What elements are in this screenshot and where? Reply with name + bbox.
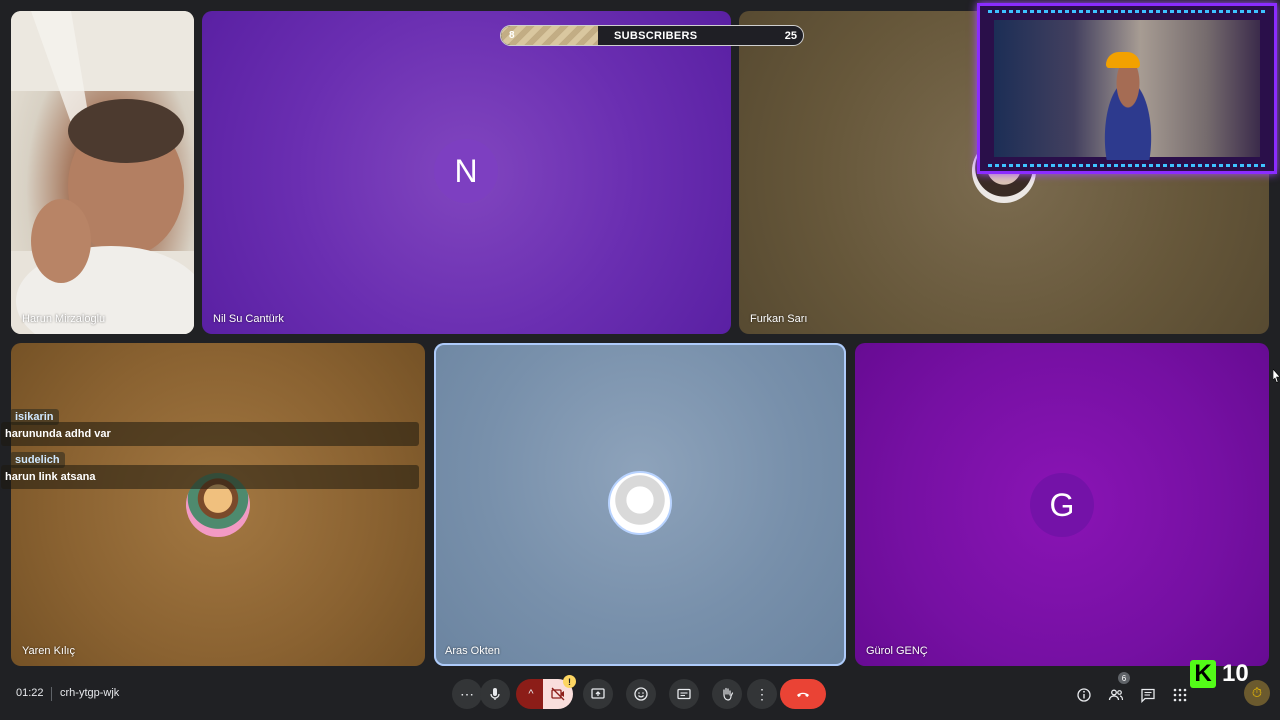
apps-grid-icon [1173, 688, 1187, 702]
subscriber-current: 8 [509, 30, 515, 41]
profile-photo-avatar [608, 471, 672, 535]
participant-name: Yaren Kılıç [22, 645, 75, 657]
more-options-button[interactable]: ⋯ [452, 679, 482, 709]
microphone-icon [490, 688, 500, 700]
more-options-icon: ⋯ [460, 685, 474, 702]
participant-name: Nil Su Cantürk [213, 313, 284, 325]
mouse-cursor-icon [1273, 369, 1280, 383]
microphone-button[interactable] [480, 679, 510, 709]
more-vert-icon: ⋮ [755, 685, 769, 702]
subscriber-label: SUBSCRIBERS [614, 30, 698, 42]
subscriber-progress-fill [501, 26, 598, 45]
kick-viewer-count: 10 [1222, 660, 1249, 687]
participant-tile-aras[interactable]: Aras Okten [434, 343, 846, 666]
meeting-time: 01:22 [16, 687, 44, 699]
people-button[interactable] [1106, 685, 1126, 705]
captions-icon [677, 688, 691, 700]
people-icon [1108, 689, 1124, 701]
participant-name: Aras Okten [445, 645, 501, 657]
captions-button[interactable] [669, 679, 699, 709]
participant-tile-yaren[interactable]: Yaren Kılıç [11, 343, 425, 666]
info-icon [1077, 688, 1091, 702]
present-screen-button[interactable] [583, 679, 613, 709]
participant-video [11, 11, 194, 334]
letter-avatar: G [1030, 473, 1094, 537]
subscriber-goal: 25 [784, 30, 797, 42]
people-count-badge: 6 [1118, 672, 1130, 684]
participant-name: Furkan Sarı [750, 313, 808, 325]
raise-hand-button[interactable] [712, 679, 742, 709]
meeting-info-button[interactable] [1074, 685, 1094, 705]
chat-icon [1141, 688, 1155, 703]
more-vert-button[interactable]: ⋮ [747, 679, 777, 709]
chat-message: harununda adhd var [1, 422, 419, 446]
chat-button[interactable] [1138, 685, 1158, 705]
camera-options-chevron-icon: ^ [528, 688, 534, 700]
camera-off-icon [551, 687, 565, 701]
activities-button[interactable] [1170, 685, 1190, 705]
timer-icon[interactable]: ⏱ [1244, 680, 1270, 706]
webcam-video [994, 20, 1260, 160]
emoji-reaction-icon [634, 687, 648, 701]
raise-hand-icon [723, 687, 734, 701]
chat-message: harun link atsana [1, 465, 419, 489]
webcam-frame-top [988, 10, 1266, 13]
hang-up-button[interactable] [780, 679, 826, 709]
meeting-code: crh-ytgp-wjk [60, 687, 120, 699]
camera-warning-badge: ! [563, 675, 576, 688]
participant-tile-gurol[interactable]: G Gürol GENÇ [855, 343, 1269, 666]
subscriber-goal-bar: 8 SUBSCRIBERS 25 [500, 25, 804, 46]
participant-tile-harun[interactable]: Harun Mirzaloglu [11, 11, 194, 334]
meeting-control-bar: 01:22 crh-ytgp-wjk ⋯ ^ ! ⋮ [0, 672, 1280, 720]
camera-options-button[interactable]: ^ [516, 679, 546, 709]
kick-logo: K [1190, 660, 1216, 688]
letter-avatar: N [434, 139, 498, 203]
streamer-webcam-overlay [977, 3, 1277, 174]
webcam-frame-bottom [988, 164, 1266, 167]
divider [51, 687, 52, 701]
participant-tile-nil[interactable]: N Nil Su Cantürk [202, 11, 731, 334]
hang-up-icon [797, 692, 809, 697]
present-screen-icon [591, 688, 605, 699]
participant-name: Gürol GENÇ [866, 645, 928, 657]
webcam-cap [1106, 52, 1140, 68]
participant-name: Harun Mirzaloglu [22, 313, 106, 325]
emoji-reaction-button[interactable] [626, 679, 656, 709]
